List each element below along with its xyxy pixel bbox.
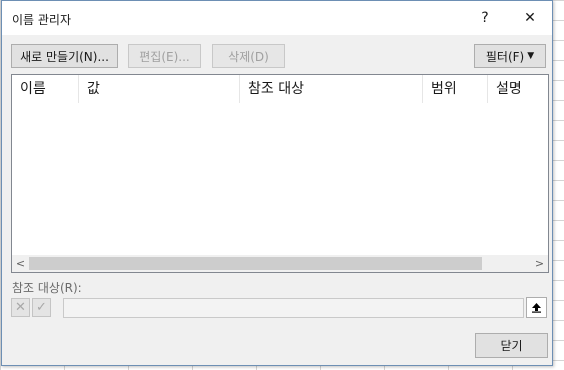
refers-to-label: 참조 대상(R):	[12, 281, 82, 295]
collapse-dialog-icon	[532, 303, 541, 313]
new-name-label: 새로 만들기(N)...	[20, 49, 109, 64]
delete-name-label: 삭제(D)	[228, 49, 269, 64]
close-window-button[interactable]: ✕	[516, 5, 544, 31]
edit-name-button[interactable]: 편집(E)...	[128, 44, 201, 68]
column-header-value[interactable]: 값	[79, 75, 240, 103]
names-list[interactable]: 이름 값 참조 대상 범위 설명 < >	[11, 74, 549, 273]
close-icon: ✕	[524, 10, 536, 26]
new-name-button[interactable]: 새로 만들기(N)...	[11, 44, 118, 68]
scroll-left-icon[interactable]: <	[12, 255, 29, 272]
scroll-thumb[interactable]	[29, 257, 482, 270]
column-header-scope[interactable]: 범위	[423, 75, 488, 103]
filter-button[interactable]: 필터(F) ▼	[474, 44, 546, 68]
close-button-label: 닫기	[500, 339, 523, 353]
refers-to-actions: ✕ ✓	[11, 298, 51, 317]
filter-label: 필터(F)	[485, 49, 525, 64]
confirm-edit-icon[interactable]: ✓	[32, 298, 51, 317]
help-button[interactable]: ?	[471, 5, 499, 31]
name-manager-dialog: 이름 관리자 ? ✕ 새로 만들기(N)... 편집(E)... 삭제(D) 필…	[1, 0, 553, 366]
column-header-comment[interactable]: 설명	[488, 75, 548, 103]
title-bar: 이름 관리자 ? ✕	[2, 1, 552, 35]
close-button[interactable]: 닫기	[475, 333, 548, 358]
scroll-right-icon[interactable]: >	[531, 255, 548, 272]
collapse-dialog-button[interactable]	[526, 297, 547, 318]
question-icon: ?	[481, 10, 489, 26]
column-header-name[interactable]: 이름	[12, 75, 79, 103]
refers-to-input[interactable]	[63, 298, 524, 318]
horizontal-scrollbar[interactable]: < >	[12, 255, 548, 272]
delete-name-button[interactable]: 삭제(D)	[212, 44, 285, 68]
chevron-down-icon: ▼	[527, 51, 535, 61]
edit-name-label: 편집(E)...	[139, 49, 190, 64]
dialog-title: 이름 관리자	[12, 13, 72, 27]
cancel-edit-icon[interactable]: ✕	[11, 298, 30, 317]
list-header: 이름 값 참조 대상 범위 설명	[12, 75, 548, 103]
column-header-refers-to[interactable]: 참조 대상	[240, 75, 423, 103]
